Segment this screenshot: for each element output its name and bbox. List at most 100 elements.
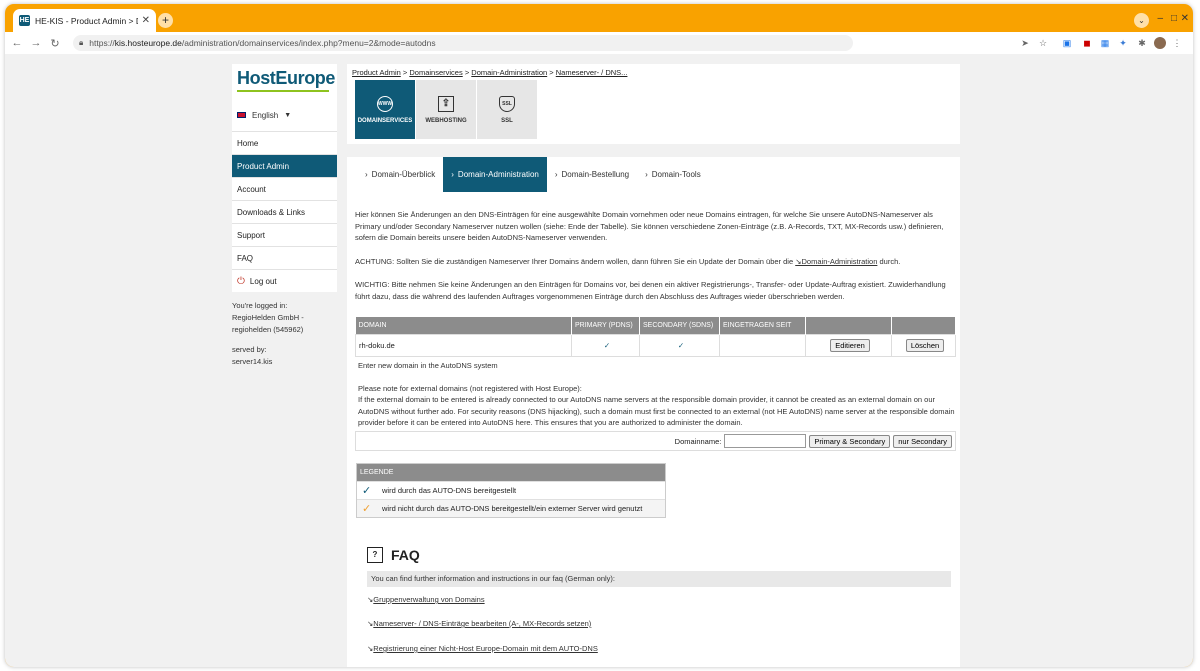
- column-header-secondary: SECONDARY (SDNS): [639, 317, 720, 334]
- new-tab-button[interactable]: +: [158, 13, 173, 28]
- table-header-row: DOMAIN PRIMARY (PDNS) SECONDARY (SDNS) E…: [355, 317, 956, 334]
- faq-link[interactable]: ↘Registrierung einer Nicht-Host Europe-D…: [367, 644, 598, 653]
- column-header-edit: [805, 317, 892, 334]
- faq-link-label: Gruppenverwaltung von Domains: [373, 595, 485, 604]
- domain-cell: rh-doku.de: [355, 333, 572, 357]
- legend-row: ✓ wird nicht durch das AUTO-DNS bereitge…: [357, 499, 665, 517]
- login-info: You're logged in: RegioHelden GmbH - reg…: [232, 300, 337, 368]
- service-ssl[interactable]: SSL SSL: [477, 80, 537, 139]
- sidebar-item-product-admin[interactable]: Product Admin: [232, 154, 337, 177]
- sidebar-item-support[interactable]: Support: [232, 223, 337, 246]
- chevron-right-icon: ›: [554, 170, 558, 179]
- breadcrumb-domainservices[interactable]: Domainservices: [409, 68, 462, 77]
- service-webhosting[interactable]: ⇪ WEBHOSTING: [416, 80, 476, 139]
- faq-link-label: Registrierung einer Nicht-Host Europe-Do…: [373, 644, 598, 653]
- url-path: /administration/domainservices/index.php…: [181, 38, 436, 48]
- tab-label: Domain-Überblick: [371, 170, 436, 179]
- column-header-eingetragen: EINGETRAGEN SEIT: [719, 317, 806, 334]
- domain-entry-form: Domainname: Primary & Secondary nur Seco…: [355, 431, 956, 451]
- attention-suffix: durch.: [877, 256, 901, 266]
- extension-icon[interactable]: ▦: [1099, 37, 1111, 49]
- maximize-icon[interactable]: □: [1171, 13, 1177, 24]
- tab-label: Domain-Bestellung: [561, 170, 630, 179]
- warning-text: WICHTIG: Bitte nehmen Sie keine Änderung…: [355, 280, 946, 301]
- account-line-1: RegioHelden GmbH -: [232, 313, 304, 322]
- browser-toolbar: ← → ↻ 🔒︎ https://kis.hosteurope.de/admin…: [5, 32, 1193, 54]
- logout-icon: ⏻: [237, 275, 245, 287]
- service-label: SSL: [501, 117, 513, 124]
- legend: LEGENDE ✓ wird durch das AUTO-DNS bereit…: [356, 463, 666, 518]
- service-selector-card: Product Admin > Domainservices > Domain-…: [347, 64, 960, 144]
- page-content: HostEurope English ▼ Home Product Admin …: [5, 54, 1193, 667]
- ssl-shield-icon: SSL: [499, 95, 515, 112]
- breadcrumb-product-admin[interactable]: Product Admin: [352, 68, 401, 77]
- url-host: kis.hosteurope.de: [114, 38, 182, 48]
- primary-check-icon: ✓: [571, 333, 640, 357]
- forward-icon[interactable]: →: [29, 37, 43, 49]
- service-domainservices[interactable]: WWW DOMAINSERVICES: [355, 80, 415, 139]
- main-card: › Domain-Überblick › Domain-Administration…: [347, 157, 960, 667]
- extension-icon[interactable]: ◼: [1081, 37, 1093, 49]
- secondary-check-icon: ✓: [639, 333, 720, 357]
- breadcrumb-nameserver[interactable]: Nameserver- / DNS...: [556, 68, 628, 77]
- logo-underline: [237, 90, 329, 92]
- close-window-icon[interactable]: ✕: [1181, 13, 1189, 24]
- avatar[interactable]: [1154, 37, 1166, 49]
- sub-navigation: › Domain-Überblick › Domain-Administration…: [347, 157, 960, 192]
- delete-button[interactable]: Löschen: [905, 338, 945, 352]
- tab-label: Domain-Tools: [651, 170, 701, 179]
- account-line-2: regiohelden (545962): [232, 325, 304, 334]
- back-icon[interactable]: ←: [10, 37, 24, 49]
- close-tab-icon[interactable]: ✕: [142, 15, 150, 26]
- faq-heading: ? FAQ: [367, 547, 420, 563]
- extension-icon[interactable]: ▣: [1061, 37, 1073, 49]
- host-europe-logo[interactable]: HostEurope: [237, 68, 337, 89]
- send-icon[interactable]: ➤: [1019, 37, 1031, 49]
- extension-icon[interactable]: ✦: [1117, 37, 1129, 49]
- primary-secondary-button[interactable]: Primary & Secondary: [809, 434, 891, 448]
- sidebar-item-logout[interactable]: ⏻ Log out: [232, 269, 337, 292]
- faq-link[interactable]: ↘Nameserver- / DNS-Einträge bearbeiten (…: [367, 619, 591, 628]
- logged-in-label: You're logged in:: [232, 301, 288, 310]
- bookmark-star-icon[interactable]: ☆: [1037, 37, 1049, 49]
- tab-label: Domain-Administration: [457, 170, 539, 179]
- language-select[interactable]: English ▼: [232, 99, 337, 131]
- sidebar-item-downloads[interactable]: Downloads & Links: [232, 200, 337, 223]
- reload-icon[interactable]: ↻: [48, 37, 62, 50]
- tab-domain-tools[interactable]: › Domain-Tools: [637, 157, 709, 192]
- extensions-puzzle-icon[interactable]: ✱: [1136, 37, 1148, 49]
- faq-link[interactable]: ↘Gruppenverwaltung von Domains: [367, 595, 485, 604]
- chevron-right-icon: ›: [365, 170, 368, 179]
- column-header-primary: PRIMARY (PDNS): [571, 317, 640, 334]
- edit-button[interactable]: Editieren: [830, 338, 870, 352]
- menu-icon[interactable]: ⋮: [1171, 37, 1183, 49]
- tab-domain-bestellung[interactable]: › Domain-Bestellung: [547, 157, 637, 192]
- domain-administration-link[interactable]: ↘Domain-Administration: [795, 257, 877, 266]
- tab-domain-administration[interactable]: › Domain-Administration: [443, 157, 547, 192]
- external-note: If the external domain to be entered is …: [358, 395, 955, 427]
- secondary-only-button[interactable]: nur Secondary: [893, 434, 952, 448]
- www-globe-icon: WWW: [377, 95, 393, 112]
- minimize-icon[interactable]: –: [1157, 13, 1163, 24]
- table-row: rh-doku.de ✓ ✓ Editieren Löschen: [355, 333, 956, 357]
- caret-down-icon: ▼: [284, 111, 292, 119]
- browser-window: HE HE-KIS - Product Admin > Do... ✕ + ⌄ …: [5, 4, 1193, 667]
- address-bar[interactable]: 🔒︎ https://kis.hosteurope.de/administrat…: [73, 35, 853, 51]
- tab-domain-ueberblick[interactable]: › Domain-Überblick: [357, 157, 443, 192]
- external-note-title: Please note for external domains (not re…: [358, 384, 582, 393]
- faq-link-label: Nameserver- / DNS-Einträge bearbeiten (A…: [373, 619, 592, 628]
- service-label: WEBHOSTING: [425, 117, 467, 124]
- server-name: server14.kis: [232, 357, 273, 366]
- sidebar-item-home[interactable]: Home: [232, 131, 337, 154]
- browser-tab[interactable]: HE HE-KIS - Product Admin > Do... ✕: [13, 9, 156, 32]
- sidebar-item-account[interactable]: Account: [232, 177, 337, 200]
- url-prefix: https://: [89, 38, 115, 48]
- sidebar-item-faq[interactable]: FAQ: [232, 246, 337, 269]
- check-icon: ✓: [362, 485, 372, 497]
- legend-text: wird durch das AUTO-DNS bereitgestellt: [382, 486, 517, 495]
- domainname-input[interactable]: [724, 434, 807, 448]
- breadcrumb-domain-administration[interactable]: Domain-Administration: [471, 68, 547, 77]
- check-orange-icon: ✓: [362, 503, 372, 515]
- tab-search-icon[interactable]: ⌄: [1134, 13, 1149, 28]
- legend-title: LEGENDE: [357, 464, 665, 481]
